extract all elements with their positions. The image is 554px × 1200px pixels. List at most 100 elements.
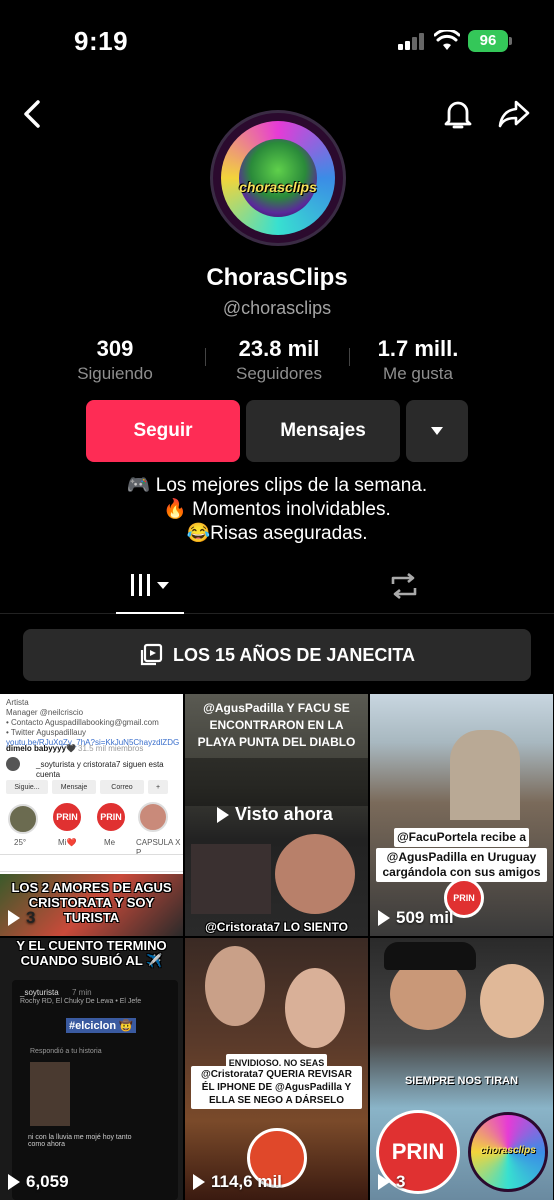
video-caption: @AgusPadilla en Uruguay cargándola con s… [376, 848, 547, 882]
mini-button: Mensaje [52, 780, 96, 794]
signal-icon [398, 33, 428, 50]
avatar[interactable]: chorasclips [210, 110, 346, 246]
mini-text: dimelo babyyyy🖤 [6, 744, 76, 753]
video-caption: Y EL CUENTO TERMINO CUANDO SUBIÓ AL ✈️ [16, 938, 167, 968]
playlist-button[interactable]: LOS 15 AÑOS DE JANECITA [23, 629, 531, 681]
mini-text: Manager @neilcriscio [6, 708, 84, 717]
play-icon [8, 1174, 20, 1190]
story-song: Rochy RD, El Chuky De Lewa • El Jefe [20, 998, 142, 1005]
video-thumbnail[interactable]: Artista Manager @neilcriscio • Contacto … [0, 694, 183, 936]
share-button[interactable] [496, 96, 532, 132]
bell-icon [444, 101, 472, 129]
video-caption-line: @Cristorata7 QUERIA REVISAR ÉL IPHONE DE… [191, 1066, 362, 1109]
story-reply: Respondió a tu historia [30, 1048, 102, 1055]
video-caption: @FacuPortela recibe a [376, 828, 547, 847]
message-button[interactable]: Mensajes [246, 400, 400, 462]
stat-followers-label: Seguidores [235, 364, 322, 383]
video-thumbnail[interactable]: @FacuPortela recibe a @AgusPadilla en Ur… [370, 694, 553, 936]
chevron-left-icon [24, 100, 40, 128]
video-views: 3 [378, 1172, 405, 1192]
avatar-ring [221, 121, 335, 235]
profile-tabs [0, 558, 554, 614]
story-time: 7 min [72, 988, 92, 997]
video-views: 114,6 mil [193, 1172, 282, 1192]
video-views-count: 114,6 mil [211, 1172, 282, 1191]
bio-line: 😂Risas aseguradas. [186, 523, 368, 544]
video-thumbnail[interactable]: Y EL CUENTO TERMINO CUANDO SUBIÓ AL ✈️ _… [0, 938, 183, 1200]
status-bar: 9:19 96 [0, 0, 554, 80]
stat-likes-label: Me gusta [383, 364, 453, 383]
avatar-thumbnail: chorasclips [468, 1112, 548, 1192]
video-people [191, 844, 271, 914]
play-icon [378, 910, 390, 926]
video-caption: @AgusPadilla Y FACU SE ENCONTRARON EN LA… [197, 701, 356, 749]
video-thumbnail[interactable]: @AgusPadilla Y FACU SE ENCONTRARON EN LA… [185, 694, 368, 936]
bio-line: 🎮 Los mejores clips de la semana. [126, 475, 428, 496]
mini-text: 25° [14, 838, 27, 847]
mini-text: • Twitter Aguspadillauy [6, 728, 87, 737]
mini-text: Artista [6, 698, 29, 707]
tab-videos[interactable] [116, 558, 184, 614]
video-views-count: 3 [26, 908, 36, 927]
avatar-character [239, 139, 317, 217]
watched-label: Visto ahora [217, 804, 333, 825]
video-thumbnail[interactable]: ENVIDIOSO. NO SEAS @Cristorata7 QUERIA R… [185, 938, 368, 1200]
avatar-logo-text: chorasclips [239, 179, 317, 195]
suggested-accounts-button[interactable] [406, 400, 468, 462]
stat-following-value: 309 [96, 336, 134, 361]
play-icon [217, 806, 229, 823]
stat-divider [205, 348, 206, 366]
video-grid: Artista Manager @neilcriscio • Contacto … [0, 694, 554, 1200]
playlist-icon [140, 643, 163, 666]
stat-following-label: Siguiendo [77, 364, 153, 383]
stat-likes[interactable]: 1.7 mill. Me gusta [365, 336, 471, 384]
profile-stats: 309 Siguiendo 23.8 mil Seguidores 1.7 mi… [60, 336, 500, 392]
share-icon [498, 100, 530, 128]
video-caption-line: @FacuPortela recibe a [393, 828, 530, 847]
wifi-icon [433, 28, 461, 52]
story-tag: #elciclon 🤠 [66, 1018, 136, 1033]
caret-down-icon [431, 427, 443, 435]
video-views-count: 509 mil [396, 908, 454, 927]
mini-text: Mi❤️ [58, 838, 77, 847]
grid-icon [131, 574, 169, 596]
video-caption: @Cristorata7 LO SIENTO [205, 920, 348, 934]
tab-reposts[interactable] [380, 568, 428, 604]
mini-highlight [8, 804, 38, 834]
watched-text: Visto ahora [235, 804, 333, 824]
video-frame-overlay [185, 758, 368, 806]
mini-button: Siguie... [6, 780, 48, 794]
video-person [285, 968, 345, 1048]
follow-button[interactable]: Seguir [86, 400, 240, 462]
bio-line: 🔥 Momentos inolvidables. [163, 499, 391, 520]
stat-following[interactable]: 309 Siguiendo [70, 336, 160, 384]
prin-badge: PRIN [94, 800, 128, 834]
video-views: 6,059 [8, 1172, 69, 1192]
video-face [275, 834, 355, 914]
video-person [480, 964, 544, 1038]
mini-text: 31.5 mil miembros [78, 744, 144, 753]
mini-text: Me [104, 838, 116, 847]
notifications-button[interactable] [440, 96, 476, 132]
back-button[interactable] [14, 96, 50, 132]
mini-button: Correo [100, 780, 144, 794]
video-views-count: 3 [396, 1172, 406, 1191]
video-views: 3 [8, 908, 35, 928]
video-caption-line: @AgusPadilla en Uruguay cargándola con s… [376, 848, 547, 882]
mini-button: + [148, 780, 168, 794]
stat-followers[interactable]: 23.8 mil Seguidores [220, 336, 338, 384]
avatar-thumbnail-text: chorasclips [480, 1145, 536, 1156]
repost-icon [391, 572, 417, 600]
play-icon [8, 910, 20, 926]
video-thumbnail[interactable]: SIEMPRE NOS TIRAN PRIN chorasclips 3 [370, 938, 553, 1200]
profile-name: ChorasClips [206, 264, 348, 291]
stat-divider [349, 348, 350, 366]
story-user: _soyturista [20, 988, 59, 997]
profile-bio: 🎮 Los mejores clips de la semana. 🔥 Mome… [0, 474, 554, 546]
mini-highlight [138, 802, 168, 832]
mini-avatar [6, 757, 20, 771]
video-person [450, 730, 520, 820]
stat-likes-value: 1.7 mill. [377, 336, 459, 361]
story-image [30, 1062, 70, 1126]
profile-handle: @chorasclips [222, 298, 332, 318]
